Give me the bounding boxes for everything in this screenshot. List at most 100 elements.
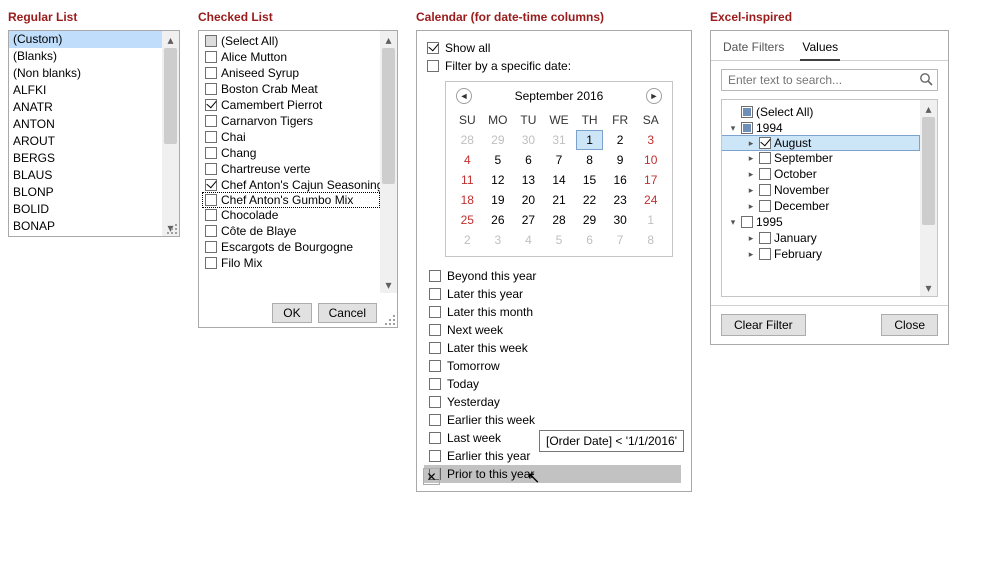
list-item[interactable]: Chai: [203, 129, 397, 145]
calendar-day[interactable]: 6: [574, 230, 605, 250]
tree-item[interactable]: ▸October: [722, 166, 937, 182]
calendar-day[interactable]: 30: [513, 130, 544, 150]
list-item[interactable]: Chocolade: [203, 207, 397, 223]
calendar-day[interactable]: 6: [513, 150, 544, 170]
tree-item[interactable]: ▸December: [722, 198, 937, 214]
list-item[interactable]: Chef Anton's Cajun Seasoning: [203, 177, 397, 193]
next-month-button[interactable]: ►: [646, 88, 662, 104]
preset-item[interactable]: Today: [424, 375, 681, 393]
preset-item[interactable]: Beyond this year: [424, 267, 681, 285]
tree-item[interactable]: ▾1994: [722, 120, 937, 136]
calendar-day[interactable]: 10: [635, 150, 666, 170]
list-item[interactable]: ALFKI: [9, 82, 179, 99]
preset-item[interactable]: Next week: [424, 321, 681, 339]
expander-icon[interactable]: ▸: [746, 138, 756, 149]
scroll-thumb[interactable]: [382, 48, 395, 184]
list-item[interactable]: (Custom): [9, 31, 179, 48]
list-item[interactable]: (Select All): [203, 33, 397, 49]
preset-item[interactable]: Later this month: [424, 303, 681, 321]
expander-icon[interactable]: ▾: [728, 123, 738, 134]
tree-item[interactable]: ▸August: [721, 135, 920, 151]
tree-item[interactable]: ▸September: [722, 150, 937, 166]
cancel-button[interactable]: Cancel: [318, 303, 377, 323]
calendar-day[interactable]: 5: [544, 230, 575, 250]
preset-item[interactable]: Prior to this year: [424, 465, 681, 483]
expander-icon[interactable]: ▸: [746, 153, 756, 164]
calendar-day[interactable]: 4: [452, 150, 483, 170]
list-item[interactable]: Camembert Pierrot: [203, 97, 397, 113]
list-item[interactable]: Escargots de Bourgogne: [203, 239, 397, 255]
list-item[interactable]: ANATR: [9, 99, 179, 116]
calendar-day[interactable]: 12: [483, 170, 514, 190]
scroll-down-icon[interactable]: ▾: [380, 276, 397, 293]
calendar-day[interactable]: 2: [452, 230, 483, 250]
list-item[interactable]: Filo Mix: [203, 255, 397, 271]
scroll-thumb[interactable]: [922, 117, 935, 225]
tree-item[interactable]: (Select All): [722, 104, 937, 120]
list-item[interactable]: Chartreuse verte: [203, 161, 397, 177]
list-item[interactable]: Carnarvon Tigers: [203, 113, 397, 129]
expander-icon[interactable]: ▸: [746, 249, 756, 260]
calendar-day[interactable]: 28: [544, 210, 575, 230]
list-item[interactable]: Côte de Blaye: [203, 223, 397, 239]
ok-button[interactable]: OK: [272, 303, 311, 323]
calendar-day[interactable]: 7: [605, 230, 636, 250]
tree-item[interactable]: ▸January: [722, 230, 937, 246]
scroll-down-icon[interactable]: ▾: [162, 219, 179, 236]
close-button[interactable]: ✕: [423, 468, 440, 485]
tab-values[interactable]: Values: [800, 37, 840, 61]
list-item[interactable]: (Non blanks): [9, 65, 179, 82]
calendar-day[interactable]: 29: [483, 130, 514, 150]
calendar-day[interactable]: 4: [513, 230, 544, 250]
calendar-day[interactable]: 20: [513, 190, 544, 210]
expander-icon[interactable]: ▾: [728, 217, 738, 228]
calendar-day[interactable]: 3: [635, 130, 666, 150]
scroll-up-icon[interactable]: ▴: [380, 31, 397, 48]
scroll-up-icon[interactable]: ▴: [920, 100, 937, 117]
calendar-day[interactable]: 11: [452, 170, 483, 190]
tab-date-filters[interactable]: Date Filters: [721, 37, 786, 60]
calendar-day[interactable]: 27: [513, 210, 544, 230]
close-button[interactable]: Close: [881, 314, 938, 336]
list-item[interactable]: Chang: [203, 145, 397, 161]
list-item[interactable]: Aniseed Syrup: [203, 65, 397, 81]
scroll-up-icon[interactable]: ▴: [162, 31, 179, 48]
scrollbar[interactable]: ▴ ▾: [920, 100, 937, 296]
expander-icon[interactable]: ▸: [746, 233, 756, 244]
month-label[interactable]: September 2016: [515, 89, 604, 103]
calendar-day[interactable]: 1: [576, 130, 603, 150]
calendar-day[interactable]: 15: [574, 170, 605, 190]
list-item[interactable]: (Blanks): [9, 48, 179, 65]
calendar-day[interactable]: 16: [605, 170, 636, 190]
expander-icon[interactable]: ▸: [746, 169, 756, 180]
list-item[interactable]: BONAP: [9, 218, 179, 235]
expander-icon[interactable]: ▸: [746, 201, 756, 212]
clear-filter-button[interactable]: Clear Filter: [721, 314, 806, 336]
calendar-day[interactable]: 8: [635, 230, 666, 250]
list-item[interactable]: BLONP: [9, 184, 179, 201]
preset-item[interactable]: Tomorrow: [424, 357, 681, 375]
calendar-day[interactable]: 8: [574, 150, 605, 170]
prev-month-button[interactable]: ◄: [456, 88, 472, 104]
list-item[interactable]: BOLID: [9, 201, 179, 218]
calendar-day[interactable]: 28: [452, 130, 483, 150]
filter-by-date-checkbox[interactable]: Filter by a specific date:: [427, 57, 681, 75]
calendar-day[interactable]: 23: [605, 190, 636, 210]
calendar-day[interactable]: 3: [483, 230, 514, 250]
calendar-day[interactable]: 29: [574, 210, 605, 230]
calendar-day[interactable]: 7: [544, 150, 575, 170]
calendar-day[interactable]: 2: [605, 130, 636, 150]
list-item[interactable]: ANTON: [9, 116, 179, 133]
calendar-day[interactable]: 26: [483, 210, 514, 230]
tree-item[interactable]: ▸February: [722, 246, 937, 262]
list-item[interactable]: AROUT: [9, 133, 179, 150]
show-all-checkbox[interactable]: Show all: [427, 39, 681, 57]
preset-item[interactable]: Yesterday: [424, 393, 681, 411]
calendar-day[interactable]: 18: [452, 190, 483, 210]
calendar-day[interactable]: 1: [635, 210, 666, 230]
scrollbar[interactable]: ▴ ▾: [162, 31, 179, 236]
list-item[interactable]: BLAUS: [9, 167, 179, 184]
calendar-day[interactable]: 9: [605, 150, 636, 170]
calendar-day[interactable]: 21: [544, 190, 575, 210]
preset-item[interactable]: Later this year: [424, 285, 681, 303]
